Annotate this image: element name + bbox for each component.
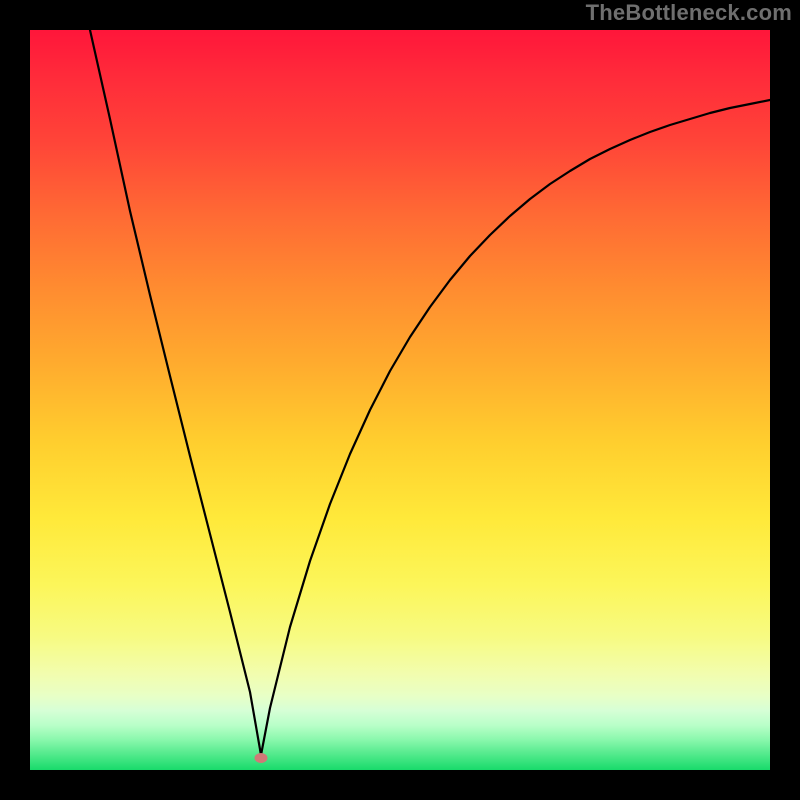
optimum-marker bbox=[255, 753, 268, 763]
chart-frame: TheBottleneck.com bbox=[0, 0, 800, 800]
bottleneck-curve bbox=[90, 30, 770, 755]
plot-area bbox=[30, 30, 770, 770]
curve-layer bbox=[30, 30, 770, 770]
watermark-text: TheBottleneck.com bbox=[586, 0, 792, 26]
